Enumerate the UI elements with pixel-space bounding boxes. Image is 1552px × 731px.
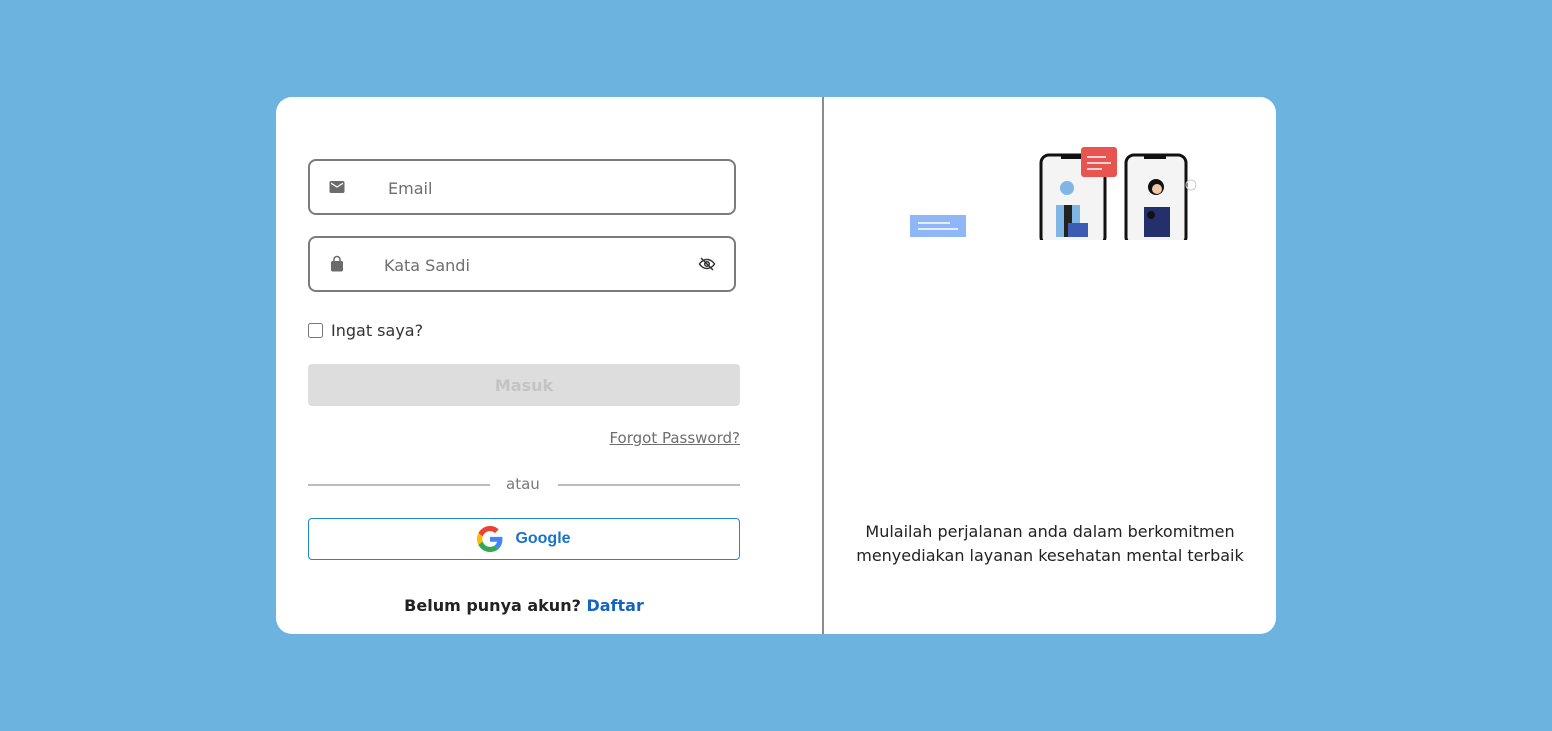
or-divider-right <box>558 484 740 486</box>
forgot-password-link[interactable]: Forgot Password? <box>609 429 740 447</box>
login-card: Ingat saya? Masuk Forgot Password? atau … <box>276 97 1276 634</box>
promo-tagline-line2: menyediakan layanan kesehatan mental ter… <box>856 546 1244 565</box>
or-divider-left <box>308 484 490 486</box>
lock-icon <box>331 255 343 272</box>
remember-label: Ingat saya? <box>331 320 424 340</box>
telehealth-illustration <box>910 147 1197 240</box>
mail-icon <box>329 181 345 193</box>
remember-checkbox[interactable] <box>308 322 323 338</box>
email-input[interactable] <box>386 161 720 215</box>
or-label: atau <box>506 475 540 493</box>
signup-link[interactable]: Daftar <box>586 596 643 615</box>
signup-prompt: Belum punya akun? Daftar <box>276 596 772 615</box>
email-field-wrapper <box>308 159 736 215</box>
remember-me[interactable]: Ingat saya? <box>308 320 424 340</box>
google-label: Google <box>515 530 571 547</box>
promo-tagline: Mulailah perjalanan anda dalam berkomitm… <box>824 520 1276 568</box>
signup-prompt-text: Belum punya akun? <box>404 596 581 615</box>
password-input[interactable] <box>382 238 686 292</box>
google-login-button[interactable]: Google <box>308 518 740 560</box>
google-logo-icon <box>477 526 503 552</box>
password-field-wrapper <box>308 236 736 292</box>
promo-tagline-line1: Mulailah perjalanan anda dalam berkomitm… <box>865 522 1235 541</box>
login-button[interactable]: Masuk <box>308 364 740 406</box>
eye-off-icon[interactable] <box>698 255 716 273</box>
